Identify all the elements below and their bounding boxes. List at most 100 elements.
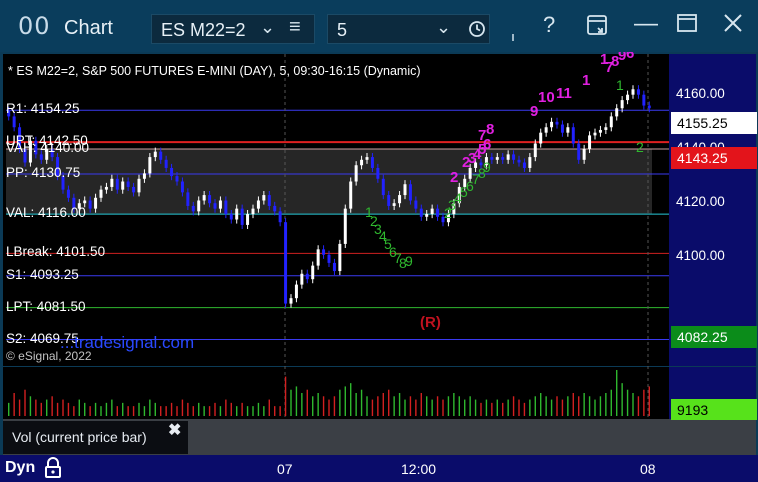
candle-body xyxy=(83,200,87,204)
volume-bar xyxy=(56,402,59,416)
volume-bar xyxy=(138,402,140,416)
price-tick-label: 4160.00 xyxy=(676,85,725,101)
candle-body xyxy=(262,195,266,201)
menu-icon[interactable]: ≡ xyxy=(289,16,301,39)
candle-body xyxy=(121,181,125,190)
volume-bar xyxy=(393,396,395,416)
volume-bar xyxy=(431,399,433,416)
candle-body xyxy=(419,208,423,217)
volume-bar xyxy=(219,406,222,416)
app-icon: 00 xyxy=(18,12,51,40)
volume-bar xyxy=(111,399,113,416)
volume-bar xyxy=(344,386,346,416)
candle-body xyxy=(338,243,342,272)
volume-bar xyxy=(198,402,200,416)
level-label: VAL: 4116.00 xyxy=(6,205,86,221)
volume-bar xyxy=(540,393,542,416)
volume-bar xyxy=(51,396,53,416)
volume-bar xyxy=(496,399,498,416)
volume-bar xyxy=(491,402,493,416)
close-icon[interactable]: ✖ xyxy=(168,420,181,440)
volume-bar xyxy=(160,406,162,416)
candle-body xyxy=(609,116,613,128)
candle-body xyxy=(208,195,212,204)
volume-legend[interactable]: Vol (current price bar) xyxy=(3,421,188,454)
volume-bar xyxy=(252,406,254,416)
volume-bar xyxy=(122,402,124,416)
maximize-icon[interactable] xyxy=(676,12,698,34)
lock-icon[interactable] xyxy=(43,457,63,479)
candle-body xyxy=(506,154,510,160)
volume-bar xyxy=(306,389,308,416)
volume-bar xyxy=(469,396,471,416)
volume-bar xyxy=(214,402,216,416)
candle-body xyxy=(566,127,570,133)
volume-bar xyxy=(415,399,417,416)
chart-heading: * ES M22=2, S&P 500 FUTURES E-MINI (DAY)… xyxy=(8,64,421,78)
candle-body xyxy=(132,186,136,193)
candle-body xyxy=(300,273,304,285)
minimize-icon[interactable]: — xyxy=(634,10,658,38)
volume-bar xyxy=(594,399,596,416)
candle-body xyxy=(251,208,255,215)
candle-body xyxy=(490,157,494,160)
volume-bar xyxy=(284,376,287,416)
candle-body xyxy=(343,208,347,244)
layout-icon[interactable] xyxy=(586,14,610,38)
price-tick-label: 4120.00 xyxy=(676,194,725,210)
candle-body xyxy=(229,214,233,220)
chevron-down-icon[interactable]: ⌄ xyxy=(436,17,451,38)
candle-body xyxy=(588,135,592,149)
value-area-band xyxy=(6,148,652,215)
candle-body xyxy=(626,94,630,101)
volume-bar xyxy=(208,406,211,416)
volume-bar xyxy=(192,406,194,416)
candle-body xyxy=(430,208,434,215)
volume-bar xyxy=(360,389,363,416)
price-chart[interactable]: 910 111234567 827891 61234567892345678912 xyxy=(2,52,756,454)
volume-bar xyxy=(18,399,21,416)
candle-body xyxy=(370,157,374,168)
volume-bar xyxy=(203,406,205,416)
candle-body xyxy=(322,249,326,255)
candle-body xyxy=(153,151,157,158)
volume-bar xyxy=(165,406,167,416)
volume-bar xyxy=(567,396,569,416)
volume-bar xyxy=(388,389,390,416)
volume-bar xyxy=(534,396,536,416)
title-bar: 00 Chart ES M22=2 ⌄ ≡ 5 ⌄ ? — xyxy=(0,0,758,52)
level-label: LPT: 4081.50 xyxy=(6,298,86,314)
help-icon[interactable]: ? xyxy=(543,12,555,38)
symbol-selector[interactable]: ES M22=2 ⌄ ≡ xyxy=(151,14,315,44)
volume-bar xyxy=(523,402,526,416)
volume-bar xyxy=(648,386,650,416)
volume-bar xyxy=(512,396,515,416)
candle-body xyxy=(598,129,602,133)
interval-value: 5 xyxy=(337,20,348,40)
candle-body xyxy=(642,94,646,106)
candle-body xyxy=(533,143,537,158)
candle-body xyxy=(142,173,146,179)
volume-bar xyxy=(545,396,547,416)
dynamic-label[interactable]: Dyn xyxy=(5,459,35,477)
volume-bar xyxy=(643,389,645,416)
volume-bar xyxy=(154,402,156,416)
chevron-down-icon[interactable]: ⌄ xyxy=(260,17,275,38)
interval-selector[interactable]: 5 ⌄ xyxy=(327,14,490,44)
clock-icon[interactable] xyxy=(468,20,486,38)
volume-bar xyxy=(507,399,509,416)
count-label: 6 xyxy=(626,52,634,62)
volume-badge: 9193 xyxy=(671,399,757,420)
volume-bar xyxy=(404,399,406,416)
time-label: 07 xyxy=(277,461,293,477)
symbol-value: ES M22=2 xyxy=(161,20,246,40)
candle-body xyxy=(39,154,43,160)
volume-bar xyxy=(637,396,640,416)
candle-body xyxy=(387,195,391,206)
volume-bar xyxy=(94,402,97,416)
volume-bar xyxy=(301,393,303,416)
pin-icon[interactable] xyxy=(512,34,514,41)
candle-body xyxy=(148,157,152,174)
close-icon[interactable] xyxy=(722,12,744,34)
candle-body xyxy=(425,214,429,217)
